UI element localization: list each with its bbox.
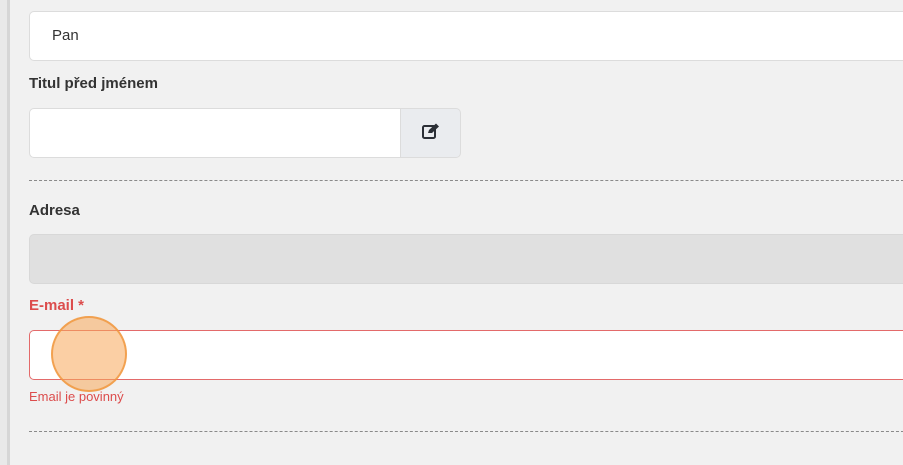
edit-button[interactable] — [401, 108, 461, 158]
salutation-select[interactable]: Pan — [29, 11, 903, 61]
email-label: E-mail * — [29, 297, 85, 314]
edit-icon — [421, 123, 440, 144]
form-panel: Pan Titul před jménem Adresa E-mail * Em… — [13, 0, 903, 465]
address-field — [29, 234, 903, 284]
left-border — [0, 0, 10, 465]
email-input[interactable] — [29, 330, 903, 380]
address-label: Adresa — [29, 202, 80, 219]
title-before-name-input[interactable] — [29, 108, 401, 158]
section-divider — [29, 431, 903, 432]
title-before-name-label: Titul před jménem — [29, 75, 158, 92]
title-before-name-group — [29, 108, 461, 158]
email-error-message: Email je povinný — [29, 389, 124, 404]
section-divider — [29, 180, 903, 181]
